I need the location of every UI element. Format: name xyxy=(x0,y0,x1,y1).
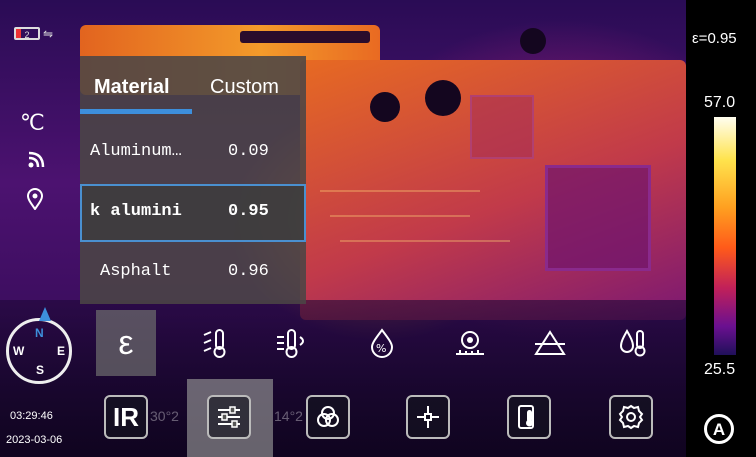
pcb-trace xyxy=(330,215,470,217)
color-scale-bar xyxy=(714,117,736,355)
background-temp-readout: 14°2 xyxy=(274,408,303,424)
material-name: k alumini xyxy=(90,202,182,221)
compass-south: S xyxy=(36,363,45,377)
settings-button[interactable] xyxy=(609,395,653,439)
ambient-temp-icon[interactable] xyxy=(262,310,322,376)
pcb-trace xyxy=(340,240,510,242)
tab-material[interactable]: Material xyxy=(94,76,170,99)
pcb-hole xyxy=(370,92,400,122)
pcb-chip xyxy=(545,165,651,271)
temperature-unit[interactable]: ℃ xyxy=(20,110,45,136)
transmission-icon[interactable] xyxy=(520,310,580,376)
material-emissivity: 0.95 xyxy=(228,202,269,221)
pcb-connector xyxy=(240,31,370,43)
compass-west: W xyxy=(13,344,25,358)
adjust-button[interactable] xyxy=(207,395,251,439)
compass-east: E xyxy=(57,344,66,358)
humidity-icon[interactable]: % xyxy=(352,310,412,376)
clock-date: 2023-03-06 xyxy=(6,434,63,446)
palette-button[interactable] xyxy=(306,395,350,439)
location-pin-icon[interactable] xyxy=(26,188,44,215)
pcb-trace xyxy=(320,190,480,192)
compass-needle xyxy=(39,307,51,321)
clock-time: 03:29:46 xyxy=(10,410,53,422)
reflected-temp-icon[interactable] xyxy=(186,310,246,376)
battery-icon: 2 xyxy=(14,27,40,40)
emissivity-readout: ε=0.95 xyxy=(692,30,737,47)
material-row[interactable]: Asphalt 0.96 xyxy=(80,244,306,302)
material-emissivity: 0.09 xyxy=(228,142,269,161)
scale-max-temp[interactable]: 57.0 xyxy=(704,94,735,112)
tab-custom[interactable]: Custom xyxy=(210,76,279,99)
device-temp-button[interactable] xyxy=(507,395,551,439)
pcb-hole xyxy=(425,80,461,116)
material-panel: Material Custom Aluminum… 0.09 k alumini… xyxy=(80,56,306,304)
material-name: Asphalt xyxy=(100,262,172,281)
wifi-icon[interactable] xyxy=(26,148,48,175)
distance-icon[interactable] xyxy=(440,310,500,376)
compensation-icon[interactable] xyxy=(604,310,664,376)
pcb-hole xyxy=(520,28,546,54)
crosshair-button[interactable] xyxy=(406,395,450,439)
emissivity-icon[interactable]: ε xyxy=(96,310,156,376)
compass-icon[interactable]: N E S W xyxy=(6,307,72,384)
charging-icon: ⇋ xyxy=(43,27,54,41)
svg-text:%: % xyxy=(376,342,386,355)
scale-min-temp[interactable]: 25.5 xyxy=(704,361,735,379)
compass-north: N xyxy=(35,326,44,340)
material-row-selected[interactable]: k alumini 0.95 xyxy=(80,184,306,242)
material-name: Aluminum… xyxy=(90,142,182,161)
material-emissivity: 0.96 xyxy=(228,262,269,281)
pcb-chip-small xyxy=(470,95,534,159)
auto-range-icon[interactable]: A xyxy=(704,414,734,444)
material-row[interactable]: Aluminum… 0.09 xyxy=(80,124,306,182)
ir-mode-button[interactable]: IR xyxy=(104,395,148,439)
background-temp-readout: 30°2 xyxy=(150,408,179,424)
active-tab-indicator xyxy=(80,109,192,114)
